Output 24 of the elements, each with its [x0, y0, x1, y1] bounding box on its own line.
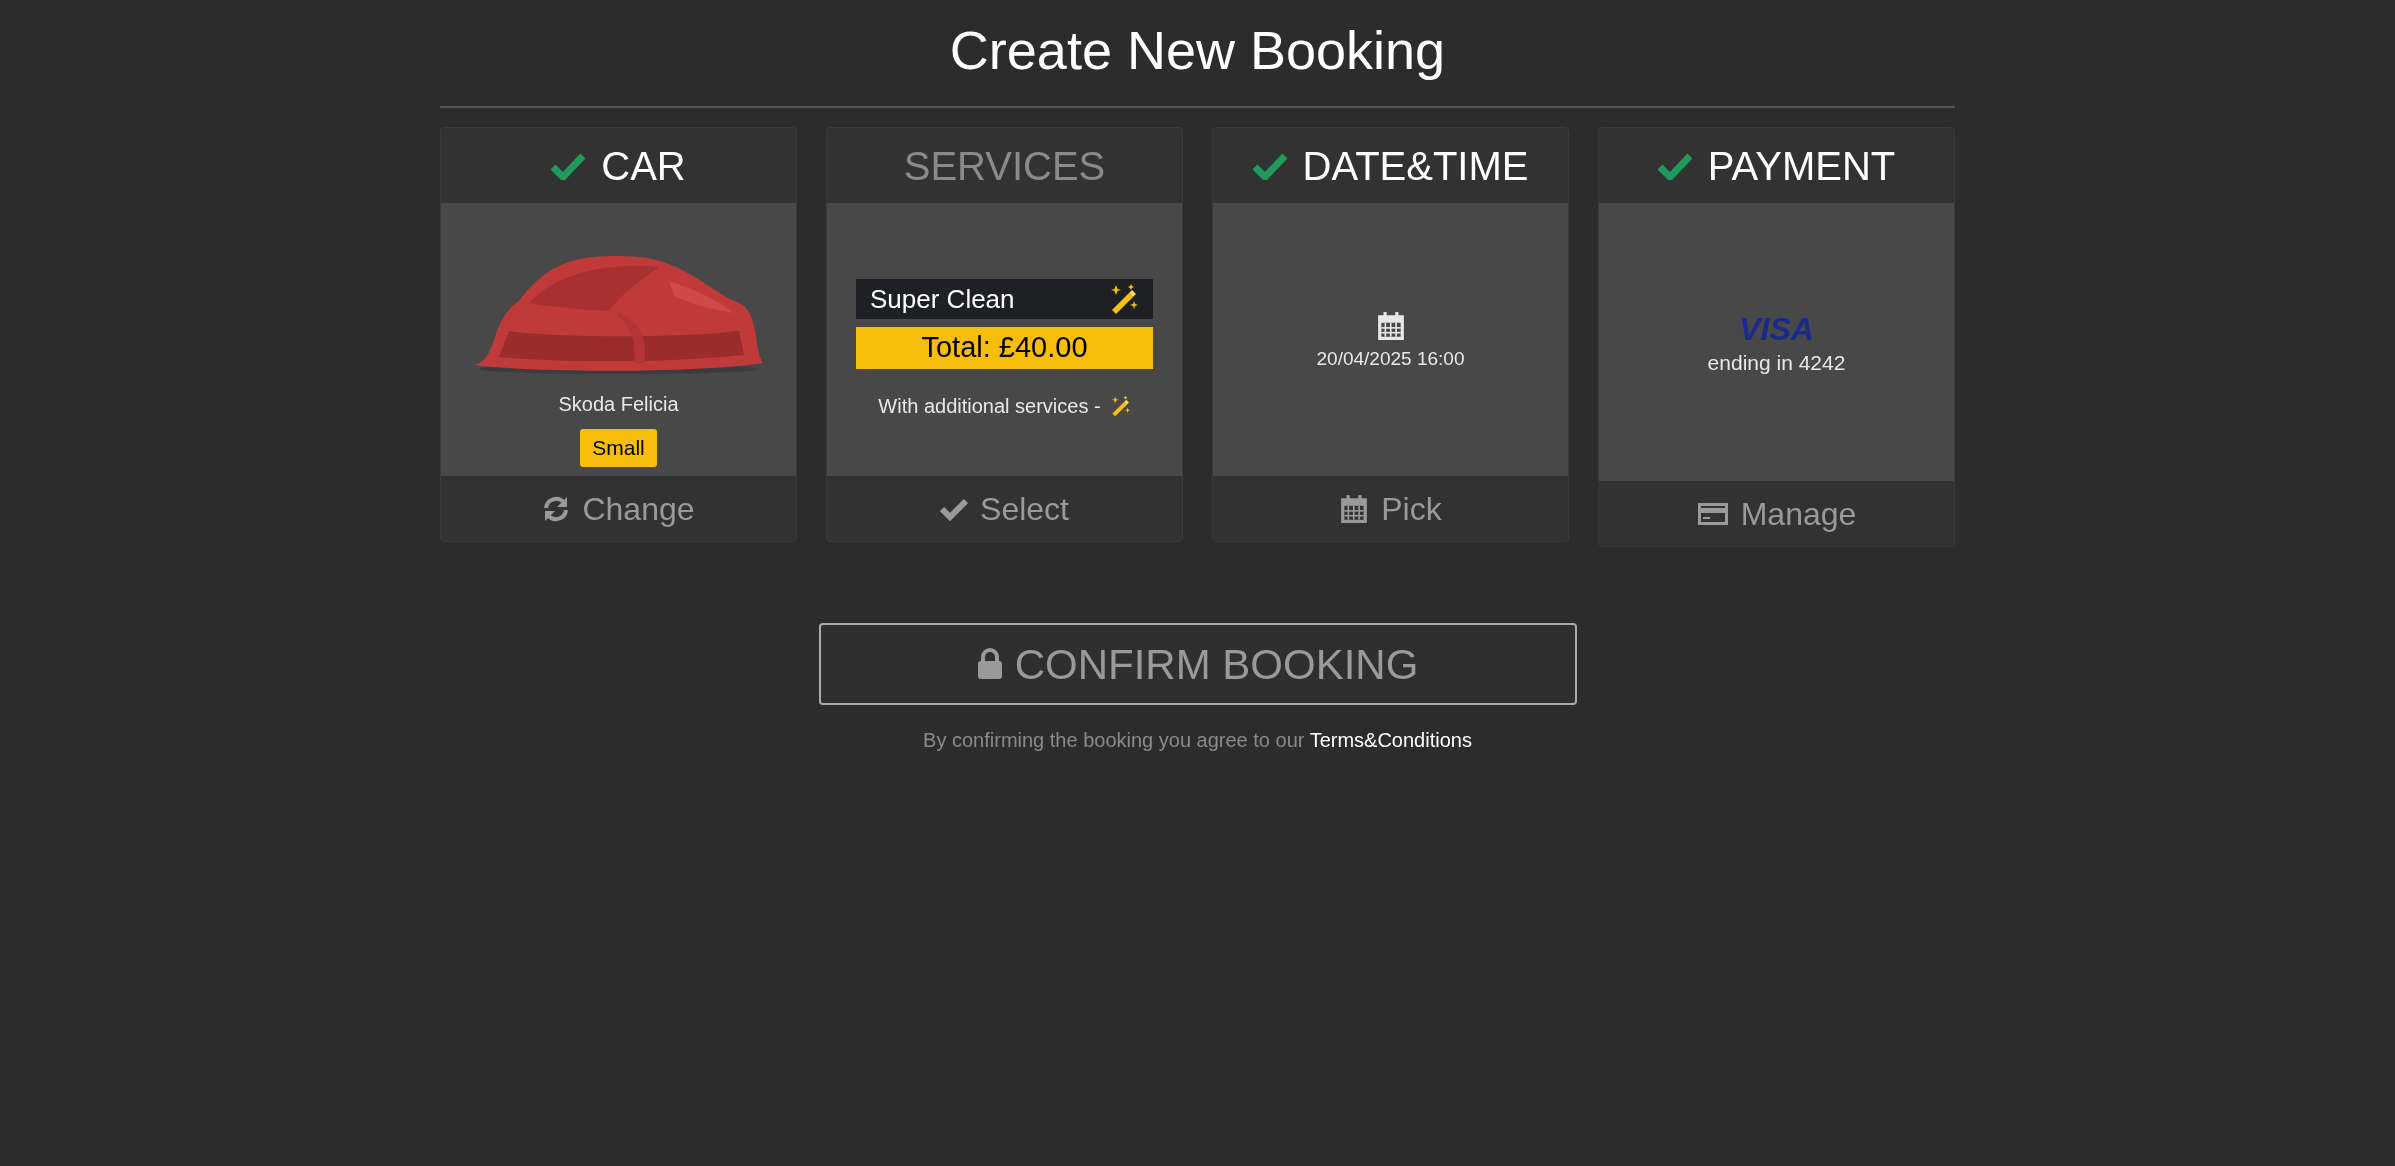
card-brand-logo: VISA [1739, 313, 1814, 345]
services-note: With additional services - [878, 394, 1101, 419]
terms-link[interactable]: Terms&Conditions [1309, 729, 1472, 751]
check-icon [940, 496, 969, 521]
service-name: Super Clean [870, 282, 1015, 316]
step-heading: SERVICES [903, 142, 1106, 190]
lock-icon [976, 648, 1003, 680]
total-price: Total: £40.00 [921, 330, 1088, 366]
step-heading: PAYMENT [1707, 142, 1896, 190]
step-heading: CAR [601, 142, 686, 190]
size-badge: Small [580, 429, 657, 467]
car-name: Skoda Felicia [558, 392, 679, 417]
booking-datetime: 20/04/2025 16:00 [1316, 347, 1465, 371]
refresh-icon [542, 494, 571, 523]
page-title: Create New Booking [949, 20, 1446, 80]
calendar-icon [1375, 311, 1406, 341]
check-icon [1252, 151, 1287, 180]
terms-text: By confirming the booking you agree to our [923, 729, 1306, 751]
credit-card-icon [1696, 500, 1729, 527]
check-icon [1657, 151, 1692, 180]
step-heading: DATE&TIME [1302, 142, 1529, 190]
check-icon [551, 151, 586, 180]
calendar-icon [1339, 493, 1370, 524]
card-ending: ending in 4242 [1707, 350, 1846, 376]
